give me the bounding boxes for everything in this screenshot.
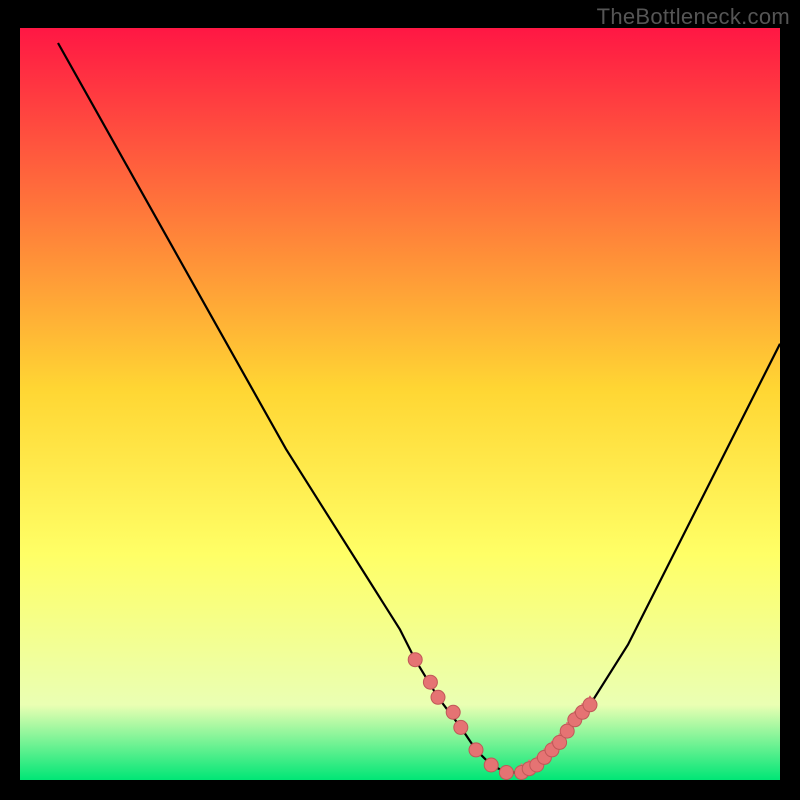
bottleneck-chart [20,28,780,780]
gradient-background [20,28,780,780]
plot-area [20,28,780,780]
data-marker [431,690,445,704]
chart-frame: TheBottleneck.com [0,0,800,800]
data-marker [499,766,513,780]
watermark-text: TheBottleneck.com [597,4,790,30]
data-marker [469,743,483,757]
data-marker [423,675,437,689]
data-marker [446,705,460,719]
data-marker [484,758,498,772]
data-marker [408,653,422,667]
data-marker [454,720,468,734]
data-marker [583,698,597,712]
